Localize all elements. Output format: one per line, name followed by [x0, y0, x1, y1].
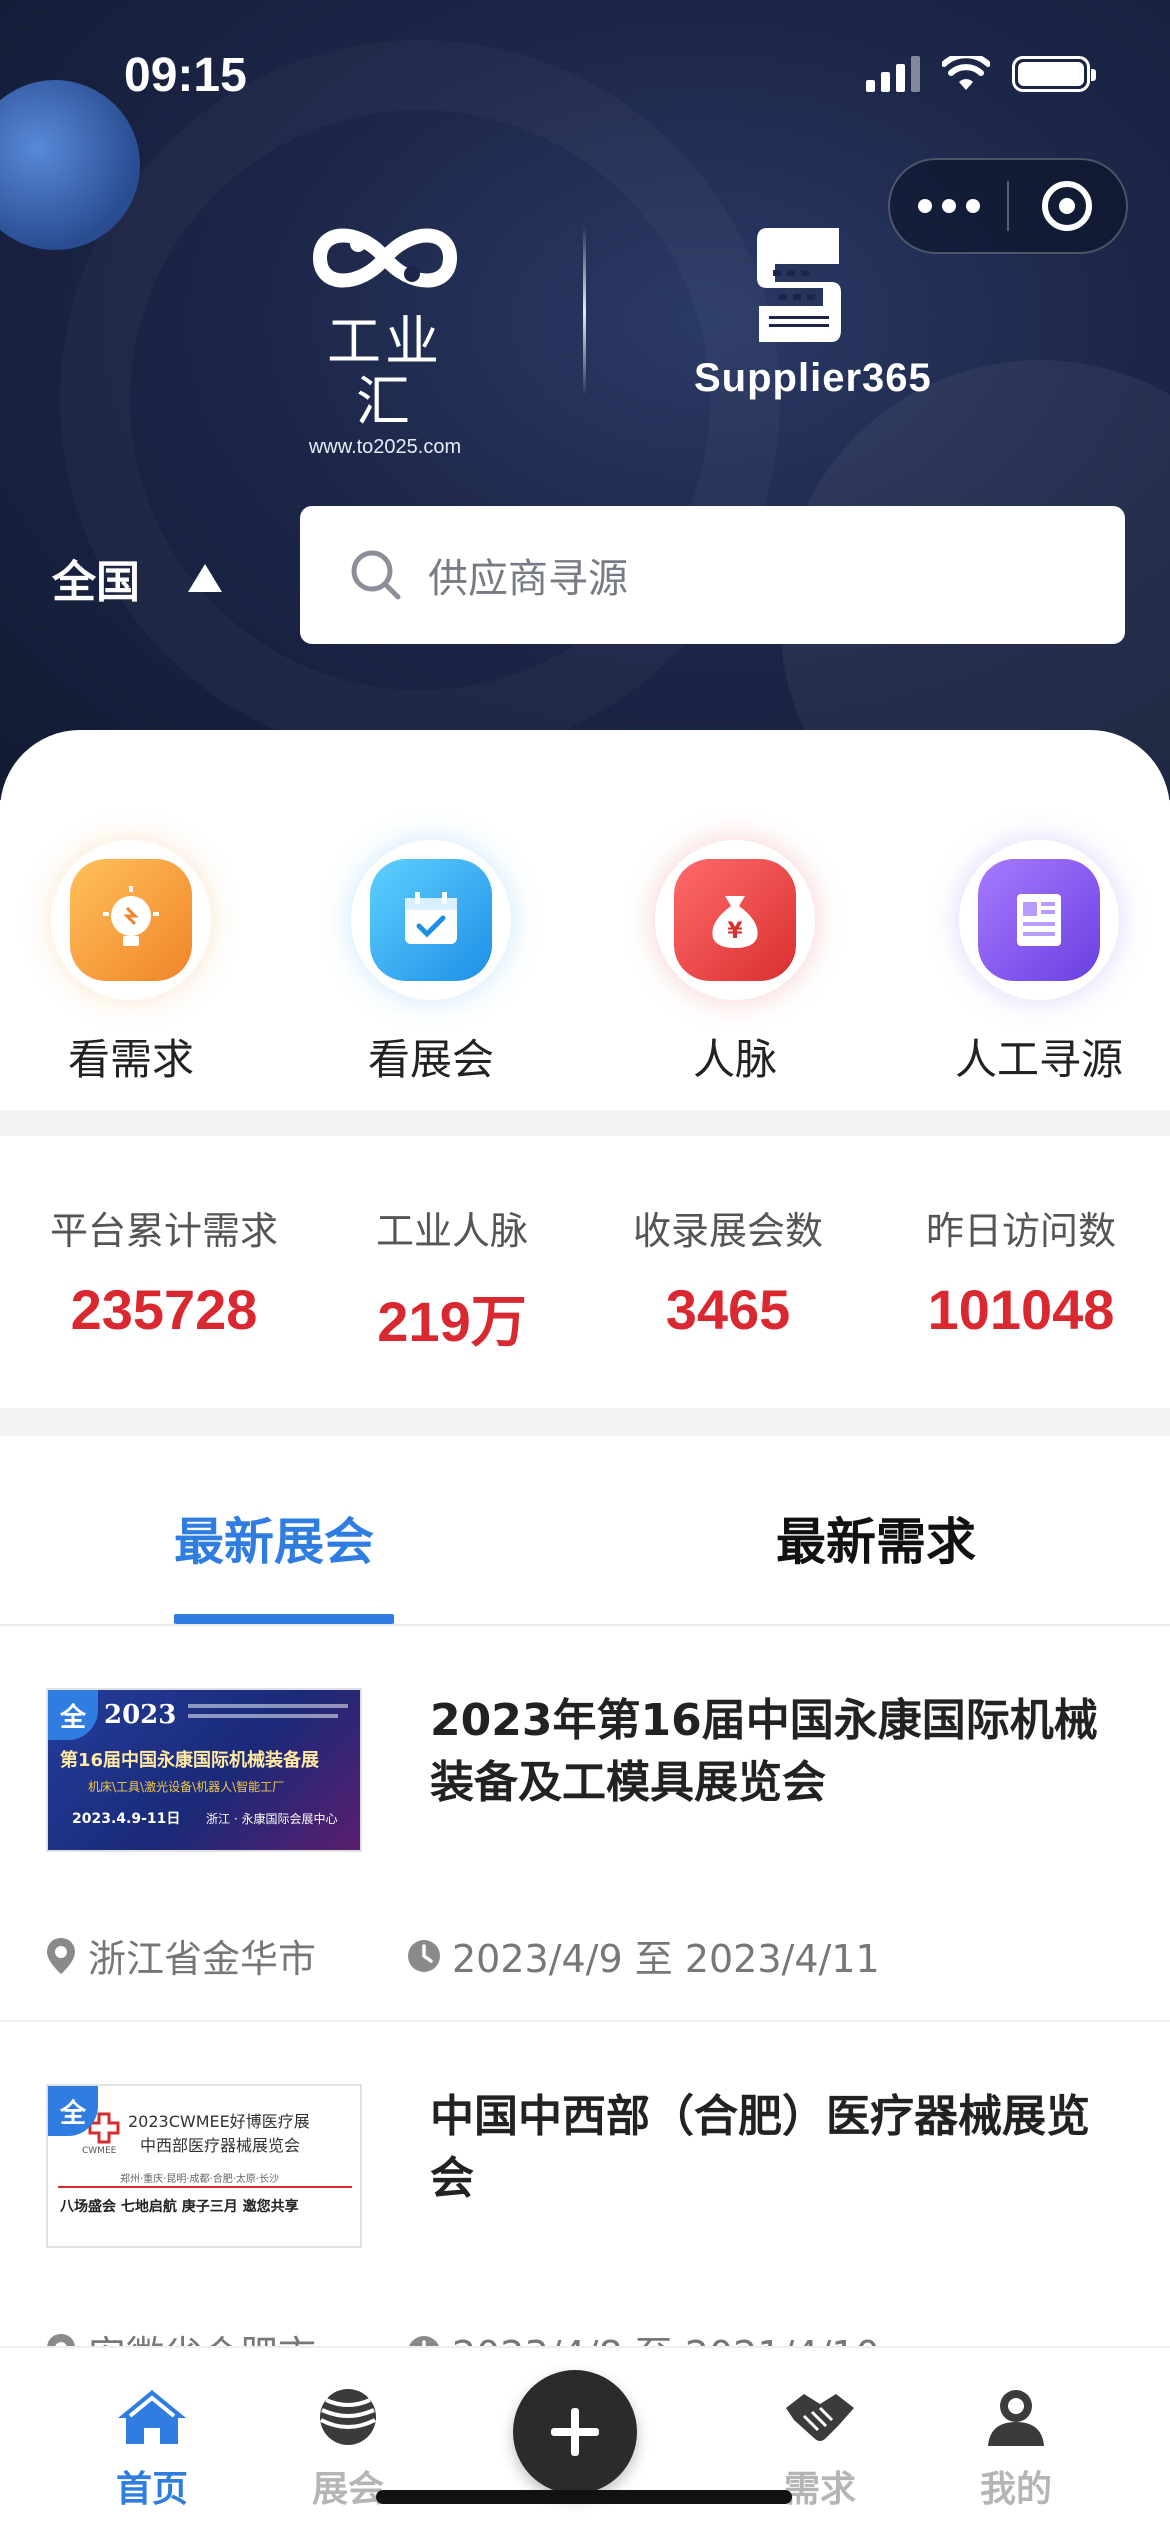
location-text: 浙江省金华市: [88, 1937, 317, 1981]
money-bag-icon: ¥: [674, 859, 796, 981]
cellular-signal-icon: [866, 56, 920, 92]
exhibition-title: 中国中西部（合肥）医疗器械展览会: [430, 2091, 1090, 2204]
nav-label: 我的: [979, 2469, 1052, 2510]
status-bar: 09:15: [0, 0, 1170, 150]
close-miniprogram-icon[interactable]: [1009, 181, 1126, 231]
region-selector[interactable]: 全国: [52, 546, 222, 610]
stat-label: 收录展会数: [632, 1209, 823, 1253]
platform-stats: 平台累计需求 235728 工业人脉 219万 收录展会数 3465 昨日访问数…: [0, 1136, 1170, 1408]
search-placeholder: 供应商寻源: [428, 556, 628, 602]
infinity-logo-icon: [312, 228, 458, 288]
nav-home[interactable]: 首页: [72, 2386, 232, 2512]
calendar-check-icon: [370, 859, 492, 981]
stat-exhibitions-count: 收录展会数 3465: [618, 1200, 838, 1342]
brand-logo-left: 工业汇 www.to2025.com: [300, 218, 470, 459]
thumb-slogan: 八场盛会 七地启航 庚子三月 邀您共享: [60, 2199, 299, 2215]
stat-value: 219万: [377, 1290, 527, 1353]
quick-menu: 看需求 看展会 ¥ 人脉 人工寻源: [0, 730, 1170, 1110]
quick-item-exhibitions[interactable]: 看展会: [316, 840, 546, 1087]
stat-yesterday-visits: 昨日访问数 101048: [906, 1200, 1136, 1342]
stat-label: 工业人脉: [375, 1209, 528, 1253]
region-label: 全国: [52, 557, 140, 608]
quick-label: 人脉: [692, 1035, 777, 1084]
thumb-venue: 浙江 · 永康国际会展中心: [206, 1812, 338, 1826]
stat-value: 101048: [927, 1278, 1115, 1341]
quick-label: 人工寻源: [954, 1035, 1123, 1084]
brand-url: www.to2025.com: [308, 436, 462, 458]
exhibition-title: 2023年第16届中国永康国际机械装备及工模具展览会: [430, 1695, 1098, 1808]
quick-item-demands[interactable]: 看需求: [16, 840, 246, 1087]
thumb-subtitle: 机床\工具\激光设备\机器人\智能工厂: [88, 1780, 285, 1794]
home-icon: [118, 2390, 186, 2444]
thumb-title: 第16届中国永康国际机械装备展: [60, 1750, 320, 1771]
nav-profile[interactable]: 我的: [936, 2386, 1096, 2512]
exhibition-thumbnail: CWMEE 2023CWMEE好博医疗展 中西部医疗器械展览会 郑州·重庆·昆明…: [46, 2084, 362, 2248]
supplier-s-logo-icon: [757, 228, 841, 342]
quick-label: 看展会: [367, 1035, 494, 1084]
all-tag-badge: 全: [48, 1690, 98, 1740]
miniprogram-capsule: [888, 158, 1128, 254]
hero-banner: 09:15 工业汇 www.to2025.com Supplier365 全国 …: [0, 0, 1170, 800]
nav-label: 需求: [783, 2469, 856, 2510]
plus-icon: [551, 2408, 599, 2456]
dates-text: 2023/4/9 至 2023/4/11: [452, 1937, 880, 1981]
tab-latest-demands[interactable]: 最新需求: [776, 1502, 976, 1574]
thumb-cities: 郑州·重庆·昆明·成都·合肥·太原·长沙: [120, 2174, 280, 2185]
nav-label: 展会: [311, 2469, 384, 2510]
exhibition-card[interactable]: 2023 第16届中国永康国际机械装备展 机床\工具\激光设备\机器人\智能工厂…: [0, 1626, 1170, 2022]
stat-label: 平台累计需求: [49, 1209, 278, 1253]
tab-indicator: [174, 1614, 394, 1624]
exhibition-thumbnail: 2023 第16届中国永康国际机械装备展 机床\工具\激光设备\机器人\智能工厂…: [46, 1688, 362, 1852]
stat-value: 3465: [665, 1278, 791, 1341]
quick-item-contacts[interactable]: ¥ 人脉: [620, 840, 850, 1087]
brand-name-left: 工业汇: [327, 310, 443, 433]
thumb-date: 2023.4.9-11日: [72, 1811, 181, 1827]
exhibition-dates: 2023/4/9 至 2023/4/11: [406, 1928, 880, 1983]
svg-text:¥: ¥: [727, 919, 743, 944]
thumb-subtitle: 中西部医疗器械展览会: [140, 2136, 301, 2155]
thumb-logo: CWMEE: [82, 2146, 117, 2156]
search-icon: [351, 550, 401, 600]
nav-label: 首页: [115, 2469, 188, 2510]
content-tabs: 最新展会 最新需求: [0, 1436, 1170, 1626]
app-page: 09:15 工业汇 www.to2025.com Supplier365 全国 …: [0, 0, 1170, 2532]
document-icon: [978, 859, 1100, 981]
person-icon: [988, 2390, 1044, 2446]
tab-latest-exhibitions[interactable]: 最新展会: [174, 1502, 374, 1574]
thumb-year: 2023: [104, 1700, 177, 1730]
battery-icon: [1012, 56, 1096, 92]
stat-value: 235728: [70, 1278, 258, 1341]
thumb-title: 2023CWMEE好博医疗展: [128, 2112, 310, 2131]
stat-label: 昨日访问数: [925, 1209, 1116, 1253]
location-pin-icon: [47, 1937, 75, 1974]
search-input[interactable]: 供应商寻源: [300, 506, 1125, 644]
wifi-icon: [942, 56, 990, 90]
lightbulb-icon: [70, 859, 192, 981]
quick-item-sourcing[interactable]: 人工寻源: [924, 840, 1154, 1087]
content-section: 最新展会 最新需求 2023 第16届中国永康国际机械装备展 机床\工具\激光设…: [0, 1436, 1170, 2436]
handshake-icon: [786, 2394, 854, 2441]
status-time: 09:15: [124, 49, 247, 102]
caret-up-icon: [188, 564, 222, 592]
publish-plus-button[interactable]: [513, 2370, 637, 2494]
brand-logo-right: Supplier365: [694, 220, 932, 401]
home-indicator: [376, 2490, 792, 2504]
stat-industry-contacts: 工业人脉 219万: [352, 1200, 552, 1358]
globe-icon: [320, 2389, 376, 2445]
clock-icon: [408, 1939, 440, 1972]
more-menu-icon[interactable]: [890, 199, 1007, 213]
brand-divider: [583, 226, 586, 396]
exhibition-location: 浙江省金华市: [44, 1928, 316, 1983]
quick-label: 看需求: [67, 1035, 194, 1084]
stat-total-demands: 平台累计需求 235728: [42, 1200, 286, 1342]
brand-name-right: Supplier365: [694, 356, 932, 400]
